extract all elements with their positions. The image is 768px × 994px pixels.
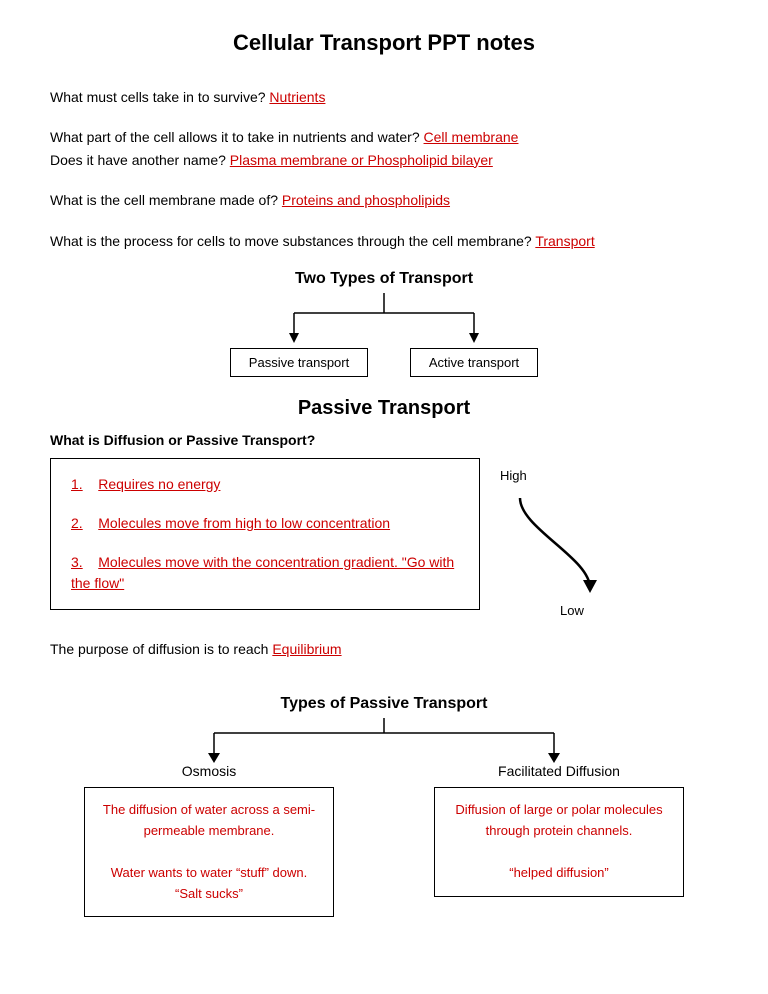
osmosis-text: The diffusion of water across a semi-per… [103,802,315,900]
diffusion-item-2: 2. Molecules move from high to low conce… [71,513,459,534]
diffusion-item-3: 3. Molecules move with the concentration… [71,552,459,594]
equilibrium-answer: Equilibrium [272,641,341,657]
q2-follow-answer: Plasma membrane or Phospholipid bilayer [230,152,493,168]
question-4: What is the process for cells to move su… [50,230,718,252]
q4-text: What is the process for cells to move su… [50,233,532,249]
item3-num: 3. [71,554,83,570]
active-transport-box: Active transport [410,348,538,377]
passive-branch-svg [84,718,684,763]
diffusion-question: What is Diffusion or Passive Transport? [50,432,718,448]
item1-text: Requires no energy [98,476,220,492]
tree-branches [209,293,559,348]
passive-type-branches [84,718,684,763]
concentration-diagram: High Low [500,458,610,618]
page-title: Cellular Transport PPT notes [50,30,718,56]
question-2: What part of the cell allows it to take … [50,126,718,171]
diffusion-item-1: 1. Requires no energy [71,474,459,495]
passive-transport-box: Passive transport [230,348,368,377]
tree-nodes: Passive transport Active transport [209,348,559,377]
passive-types-title: Types of Passive Transport [281,695,488,713]
facilitated-text: Diffusion of large or polar molecules th… [455,802,662,879]
tree-container: Passive transport Active transport [209,293,559,377]
q2-answer: Cell membrane [424,129,519,145]
facilitated-box: Diffusion of large or polar molecules th… [434,787,684,896]
item1-num: 1. [71,476,83,492]
osmosis-label: Osmosis [182,763,236,779]
facilitated-label: Facilitated Diffusion [498,763,620,779]
facilitated-diffusion-node: Facilitated Diffusion Diffusion of large… [434,763,684,917]
diffusion-content: 1. Requires no energy 2. Molecules move … [50,458,718,618]
transport-diagram-title: Two Types of Transport [295,270,473,288]
q3-text: What is the cell membrane made of? [50,192,278,208]
conc-low-label: Low [560,603,584,618]
passive-types-diagram: Types of Passive Transport Osmosis The d… [50,685,718,917]
osmosis-box: The diffusion of water across a semi-per… [84,787,334,917]
q4-answer: Transport [535,233,594,249]
equilibrium-text: The purpose of diffusion is to reach [50,641,268,657]
osmosis-node: Osmosis The diffusion of water across a … [84,763,334,917]
q1-answer: Nutrients [269,89,325,105]
transport-diagram: Two Types of Transport Passive transport… [50,270,718,377]
item2-text: Molecules move from high to low concentr… [98,515,390,531]
equilibrium-line: The purpose of diffusion is to reach Equ… [50,638,718,660]
item3-text: Molecules move with the concentration gr… [71,554,454,591]
question-1: What must cells take in to survive? Nutr… [50,86,718,108]
tree-svg [234,293,534,348]
passive-nodes: Osmosis The diffusion of water across a … [84,763,684,917]
conc-high-label: High [500,468,527,483]
question-3: What is the cell membrane made of? Prote… [50,189,718,211]
q1-text: What must cells take in to survive? [50,89,266,105]
diffusion-list: 1. Requires no energy 2. Molecules move … [50,458,480,610]
q2-follow: Does it have another name? [50,152,226,168]
passive-transport-title: Passive Transport [50,397,718,420]
item2-num: 2. [71,515,83,531]
q3-answer: Proteins and phospholipids [282,192,450,208]
q2-text: What part of the cell allows it to take … [50,129,420,145]
concentration-curve-svg [500,488,610,598]
